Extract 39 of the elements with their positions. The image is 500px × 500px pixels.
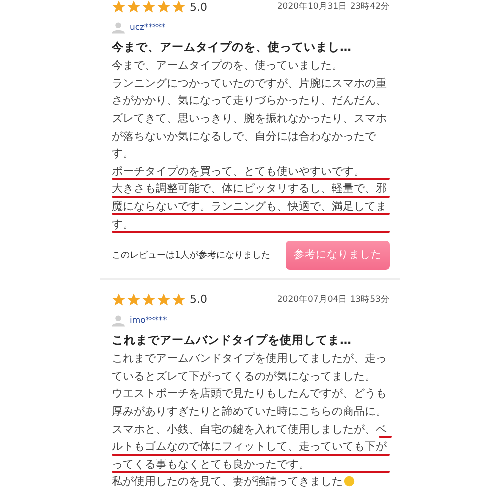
review-text-line: 私が使用したのを見て、妻が強請ってきました bbox=[112, 474, 343, 490]
star-icon bbox=[157, 0, 171, 14]
review-text-line: ズレてきて、思いっきり、腕を振れなかったり、スマホ bbox=[112, 111, 387, 128]
review-title: これまでアームバンドタイプを使用してま… bbox=[112, 332, 352, 348]
review-text-line: が落ちないか気になるしで、自分には合わなかったで bbox=[112, 128, 376, 145]
star-icon bbox=[112, 292, 126, 307]
star-icon bbox=[172, 0, 186, 14]
rating-value: 5.0 bbox=[190, 293, 208, 306]
review-text-line: 今まで、アームタイプのを、使っていました。 bbox=[112, 58, 343, 74]
review-text-line: ってくる事もなくとても良かったです。 bbox=[112, 456, 310, 473]
user-name[interactable]: imo***** bbox=[130, 316, 168, 326]
review-text-line: ルトもゴムなので体にフィットして、走っていても下が bbox=[112, 439, 387, 456]
review-text-line: 魔にならないです。ランニングも、快適で、満足してま bbox=[112, 199, 387, 216]
review-text-line: 大きさも調整可能で、体にピッタリするし、軽量で、邪 bbox=[112, 181, 387, 198]
user-icon bbox=[112, 22, 125, 34]
review-text-line: ポーチタイプのを買って、とても使いやすいです。 bbox=[112, 164, 365, 180]
star-icon bbox=[157, 292, 171, 307]
review-text-line: す。 bbox=[112, 216, 134, 233]
star-icon bbox=[172, 292, 186, 307]
user-name[interactable]: ucz***** bbox=[130, 23, 166, 33]
rating-value: 5.0 bbox=[190, 0, 208, 14]
review-date: 2020年10月31日 23時42分 bbox=[277, 1, 390, 13]
star-icon bbox=[127, 292, 141, 307]
review-text-line: スマホと、小銭、自宅の鍵を入れて使用しましたが、ベ bbox=[112, 422, 387, 438]
star-icon bbox=[142, 0, 156, 14]
star-icon bbox=[127, 0, 141, 14]
star-icon bbox=[142, 292, 156, 307]
review-text-line: ているとズレて下がってくるのが気になってました。 bbox=[112, 368, 376, 385]
star-icon bbox=[112, 0, 126, 14]
review-text-line: さがかかり、気になって走りづらかったり、だんだん、 bbox=[112, 93, 387, 110]
review-text-line: 厚みがありすぎたりと諦めていた時にこちらの商品に。 bbox=[112, 404, 387, 420]
review-text-line: ウエストポーチを店頭で見たりもしたんですが、どうも bbox=[112, 386, 387, 402]
review-date: 2020年07月04日 13時53分 bbox=[277, 294, 390, 306]
review-text-line: これまでアームバンドタイプを使用してましたが、走っ bbox=[112, 351, 387, 368]
review-text-line: ランニングにつかっていたのですが、片腕にスマホの重 bbox=[112, 76, 387, 92]
review-text-line: す。 bbox=[112, 146, 134, 162]
review-title: 今まで、アームタイプのを、使っていまし… bbox=[112, 40, 352, 55]
user-icon bbox=[112, 314, 125, 327]
helpful-count: このレビューは1人が参考になりました bbox=[112, 250, 271, 262]
